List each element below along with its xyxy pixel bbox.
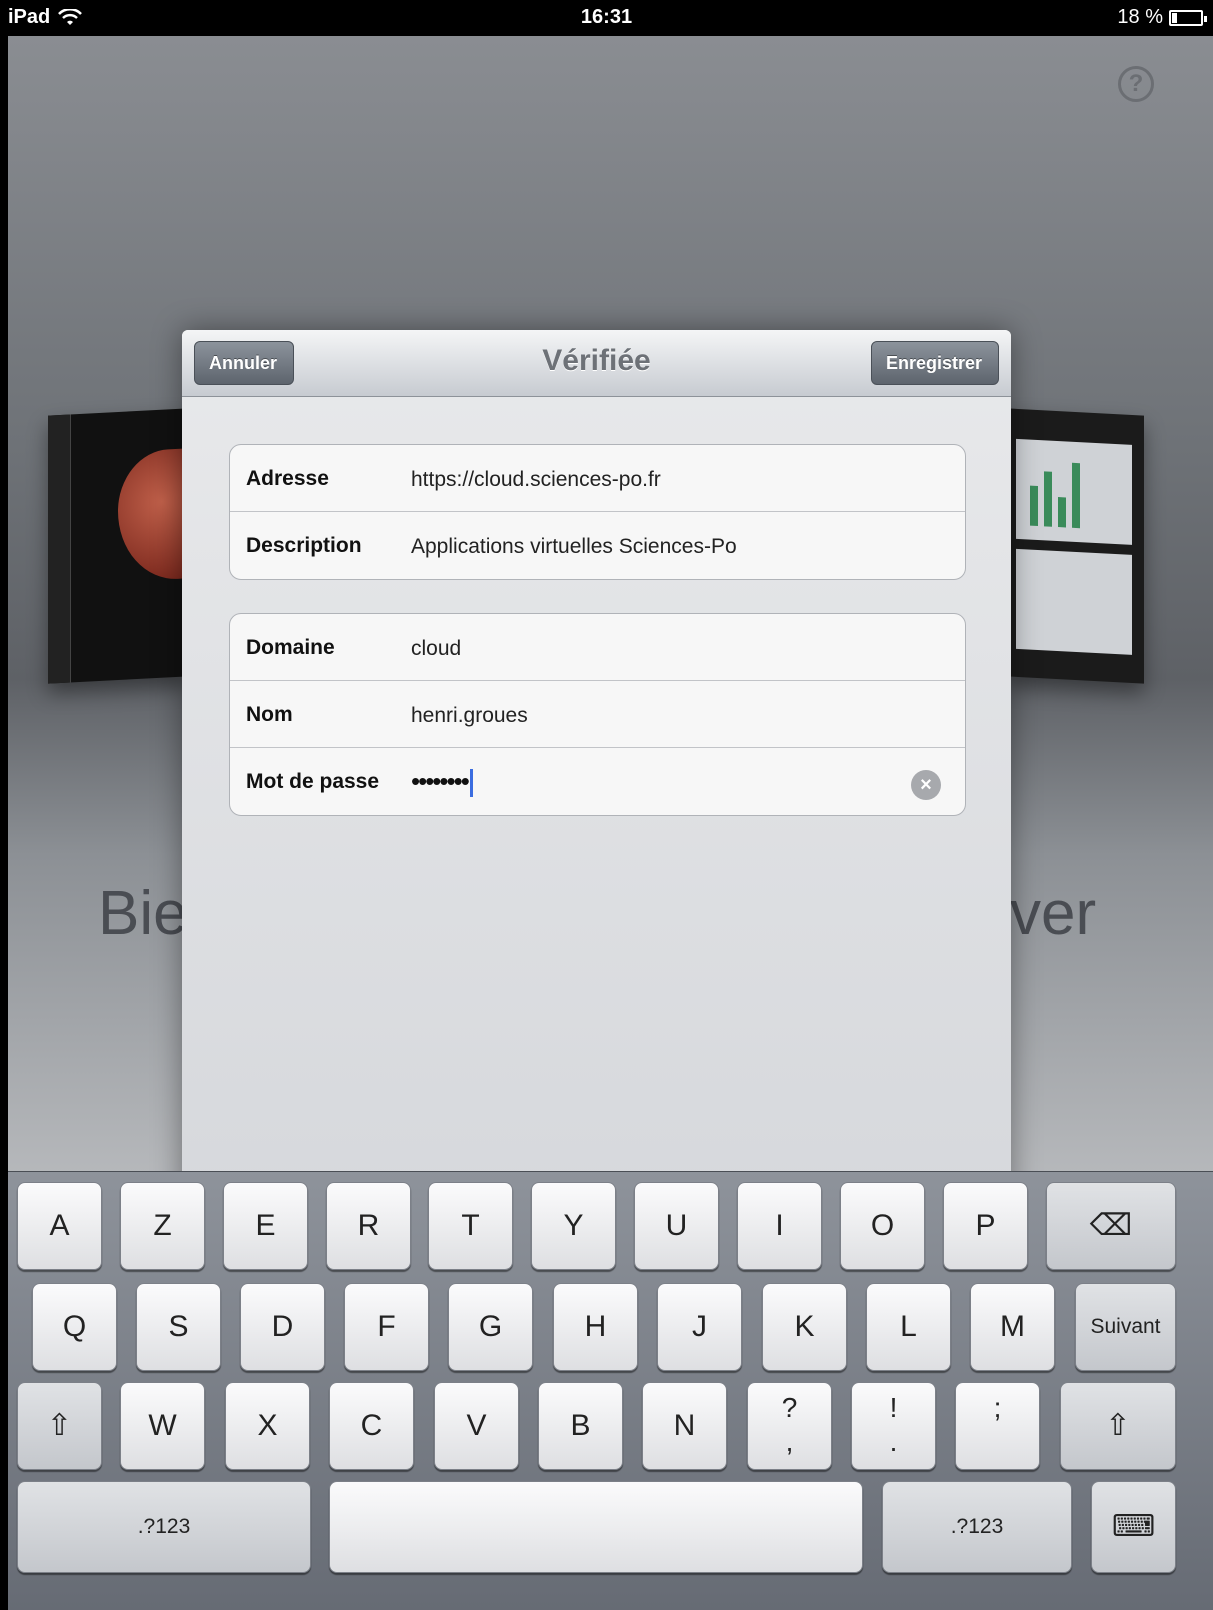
key-z[interactable]: Z [120,1182,205,1270]
key-s[interactable]: S [136,1283,221,1371]
help-button[interactable]: ? [1118,66,1154,102]
account-dialog: Annuler Vérifiée Enregistrer Adresse htt… [182,330,1011,1206]
onscreen-keyboard: A Z E R T Y U I O P ⌫ Q S D F G H J K L … [8,1171,1213,1610]
backspace-key[interactable]: ⌫ [1046,1182,1176,1270]
shift-key-right[interactable]: ⇧ [1060,1382,1176,1470]
key-exclaim-period[interactable]: ! . [851,1382,936,1470]
hide-keyboard-key[interactable]: ⌨ [1091,1481,1176,1573]
backspace-icon: ⌫ [1089,1209,1133,1242]
key-p[interactable]: P [943,1182,1028,1270]
username-row[interactable]: Nom henri.groues [230,681,965,748]
password-row[interactable]: Mot de passe •••••••• × [230,748,965,815]
address-row[interactable]: Adresse https://cloud.sciences-po.fr [230,445,965,512]
preview-bar-chart [1016,438,1132,545]
numbers-key-left[interactable]: .?123 [17,1481,311,1573]
key-bottom-char: , [785,1426,794,1457]
app-preview-card-left [48,408,228,684]
domain-label: Domaine [246,636,335,659]
key-bottom-char: . [889,1426,898,1457]
key-semicolon[interactable]: ; [955,1382,1040,1470]
save-button[interactable]: Enregistrer [871,341,999,385]
preview-line-chart [1016,548,1132,655]
battery-percent: 18 % [1117,6,1163,28]
key-v[interactable]: V [434,1382,519,1470]
shift-key-left[interactable]: ⇧ [17,1382,102,1470]
dialog-header: Annuler Vérifiée Enregistrer [182,330,1011,397]
shift-icon: ⇧ [1105,1409,1131,1442]
key-o[interactable]: O [840,1182,925,1270]
password-field[interactable]: •••••••• [411,766,473,798]
key-c[interactable]: C [329,1382,414,1470]
password-label: Mot de passe [246,770,380,793]
key-h[interactable]: H [553,1283,638,1371]
domain-field[interactable]: cloud [411,637,461,661]
key-w[interactable]: W [120,1382,205,1470]
welcome-text-left: Bie [98,879,188,948]
key-n[interactable]: N [642,1382,727,1470]
key-f[interactable]: F [344,1283,429,1371]
key-question-comma[interactable]: ? , [747,1382,832,1470]
key-d[interactable]: D [240,1283,325,1371]
key-m[interactable]: M [970,1283,1055,1371]
key-j[interactable]: J [657,1283,742,1371]
key-b[interactable]: B [538,1382,623,1470]
app-preview-card-right [1008,408,1144,684]
username-field[interactable]: henri.groues [411,704,528,728]
key-i[interactable]: I [737,1182,822,1270]
clock: 16:31 [580,6,633,28]
status-right: 18 % [1117,6,1207,29]
description-row[interactable]: Description Applications virtuelles Scie… [230,512,965,579]
description-field[interactable]: Applications virtuelles Sciences-Po [411,535,737,559]
password-dots: •••••••• [411,766,470,796]
next-key[interactable]: Suivant [1075,1283,1176,1371]
battery-icon [1169,9,1207,26]
address-field[interactable]: https://cloud.sciences-po.fr [411,468,661,492]
description-label: Description [246,534,362,557]
shift-icon: ⇧ [46,1409,73,1442]
key-g[interactable]: G [448,1283,533,1371]
clear-text-icon[interactable]: × [911,770,941,800]
key-y[interactable]: Y [531,1182,616,1270]
key-top-char: ; [993,1392,1002,1423]
key-x[interactable]: X [225,1382,310,1470]
username-label: Nom [246,703,293,726]
key-a[interactable]: A [17,1182,102,1270]
key-t[interactable]: T [428,1182,513,1270]
preview-toolbar [48,414,71,684]
space-key[interactable] [329,1481,863,1573]
numbers-key-right[interactable]: .?123 [882,1481,1072,1573]
key-l[interactable]: L [866,1283,951,1371]
key-k[interactable]: K [762,1283,847,1371]
credentials-group: Domaine cloud Nom henri.groues Mot de pa… [229,613,966,816]
address-label: Adresse [246,467,329,490]
key-u[interactable]: U [634,1182,719,1270]
server-settings-group: Adresse https://cloud.sciences-po.fr Des… [229,444,966,580]
key-e[interactable]: E [223,1182,308,1270]
status-bar: iPad 16:31 18 % [0,0,1213,36]
keyboard-dismiss-icon: ⌨ [1111,1510,1156,1543]
domain-row[interactable]: Domaine cloud [230,614,965,681]
key-top-char: ! [889,1392,898,1423]
key-q[interactable]: Q [32,1283,117,1371]
key-top-char: ? [781,1392,798,1423]
key-r[interactable]: R [326,1182,411,1270]
text-cursor [469,769,473,798]
welcome-text-right: ver [1010,879,1097,948]
